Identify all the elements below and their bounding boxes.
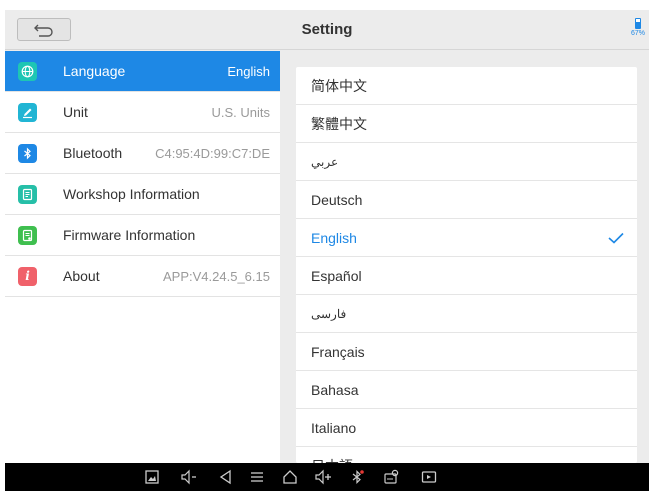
sidebar-item-value: U.S. Units bbox=[211, 104, 270, 120]
header-bar: Setting 67% bbox=[5, 10, 649, 50]
sidebar-item-bluetooth[interactable]: Bluetooth C4:95:4D:99:C7:DE bbox=[5, 133, 280, 174]
list-item[interactable]: Español bbox=[296, 257, 637, 295]
list-item[interactable]: 繁體中文 bbox=[296, 105, 637, 143]
list-item[interactable]: Français bbox=[296, 333, 637, 371]
language-label: Italiano bbox=[311, 420, 357, 436]
sidebar-item-label: Firmware Information bbox=[63, 227, 196, 243]
language-label: 日本語 bbox=[311, 447, 353, 463]
language-label: Français bbox=[311, 344, 365, 360]
sidebar-item-value: English bbox=[227, 63, 270, 79]
volume-down-icon[interactable] bbox=[179, 467, 199, 487]
page-title: Setting bbox=[301, 21, 353, 38]
info-icon: i bbox=[18, 266, 37, 286]
language-label: عربي bbox=[311, 155, 339, 169]
globe-icon bbox=[18, 61, 37, 81]
menu-icon[interactable] bbox=[247, 467, 267, 487]
pencil-icon bbox=[18, 102, 37, 122]
sidebar-item-value: C4:95:4D:99:C7:DE bbox=[155, 145, 270, 161]
battery-percent: 67% bbox=[630, 30, 645, 37]
checkmark-icon bbox=[608, 232, 624, 244]
language-label: 繁體中文 bbox=[311, 116, 367, 132]
battery-icon bbox=[635, 18, 641, 29]
sidebar-item-language[interactable]: Language English bbox=[5, 51, 280, 92]
document-icon bbox=[18, 184, 37, 204]
screenshot-icon[interactable] bbox=[142, 467, 162, 487]
sidebar-item-unit[interactable]: Unit U.S. Units bbox=[5, 92, 280, 133]
bluetooth-status-icon bbox=[347, 467, 367, 487]
back-icon[interactable] bbox=[216, 467, 236, 487]
list-item[interactable]: Deutsch bbox=[296, 181, 637, 219]
home-icon[interactable] bbox=[280, 467, 300, 487]
settings-sidebar: Language English Unit U.S. Units Bluetoo… bbox=[5, 51, 280, 463]
volume-up-icon[interactable] bbox=[313, 467, 333, 487]
screen-record-icon[interactable] bbox=[419, 467, 439, 487]
list-item[interactable]: 日本語 bbox=[296, 447, 637, 463]
sidebar-item-about[interactable]: i About APP:V4.24.5_6.15 bbox=[5, 256, 280, 297]
language-label: Bahasa bbox=[311, 382, 359, 398]
bluetooth-icon bbox=[18, 143, 37, 163]
language-label: English bbox=[311, 230, 357, 246]
language-label: Español bbox=[311, 268, 362, 284]
language-label: Deutsch bbox=[311, 192, 363, 208]
vci-icon[interactable] bbox=[382, 467, 402, 487]
battery-indicator: 67% bbox=[629, 18, 647, 44]
sidebar-item-firmware-information[interactable]: Firmware Information bbox=[5, 215, 280, 256]
list-item[interactable]: Bahasa bbox=[296, 371, 637, 409]
language-label: 简体中文 bbox=[311, 78, 367, 94]
sidebar-item-label: Language bbox=[63, 63, 126, 79]
list-item[interactable]: فارسی bbox=[296, 295, 637, 333]
list-item[interactable]: 简体中文 bbox=[296, 67, 637, 105]
firmware-icon bbox=[18, 225, 37, 245]
language-list: 简体中文 繁體中文 عربي Deutsch English Español ف… bbox=[296, 67, 637, 463]
list-item[interactable]: English bbox=[296, 219, 637, 257]
list-item[interactable]: Italiano bbox=[296, 409, 637, 447]
sidebar-item-label: Bluetooth bbox=[63, 145, 123, 161]
sidebar-item-label: About bbox=[63, 268, 100, 284]
list-item[interactable]: عربي bbox=[296, 143, 637, 181]
sidebar-item-label: Workshop Information bbox=[63, 186, 200, 202]
sidebar-item-value: APP:V4.24.5_6.15 bbox=[163, 268, 270, 284]
sidebar-item-workshop-information[interactable]: Workshop Information bbox=[5, 174, 280, 215]
language-label: فارسی bbox=[311, 307, 347, 321]
sidebar-item-label: Unit bbox=[63, 104, 88, 120]
system-nav-bar bbox=[5, 463, 649, 491]
